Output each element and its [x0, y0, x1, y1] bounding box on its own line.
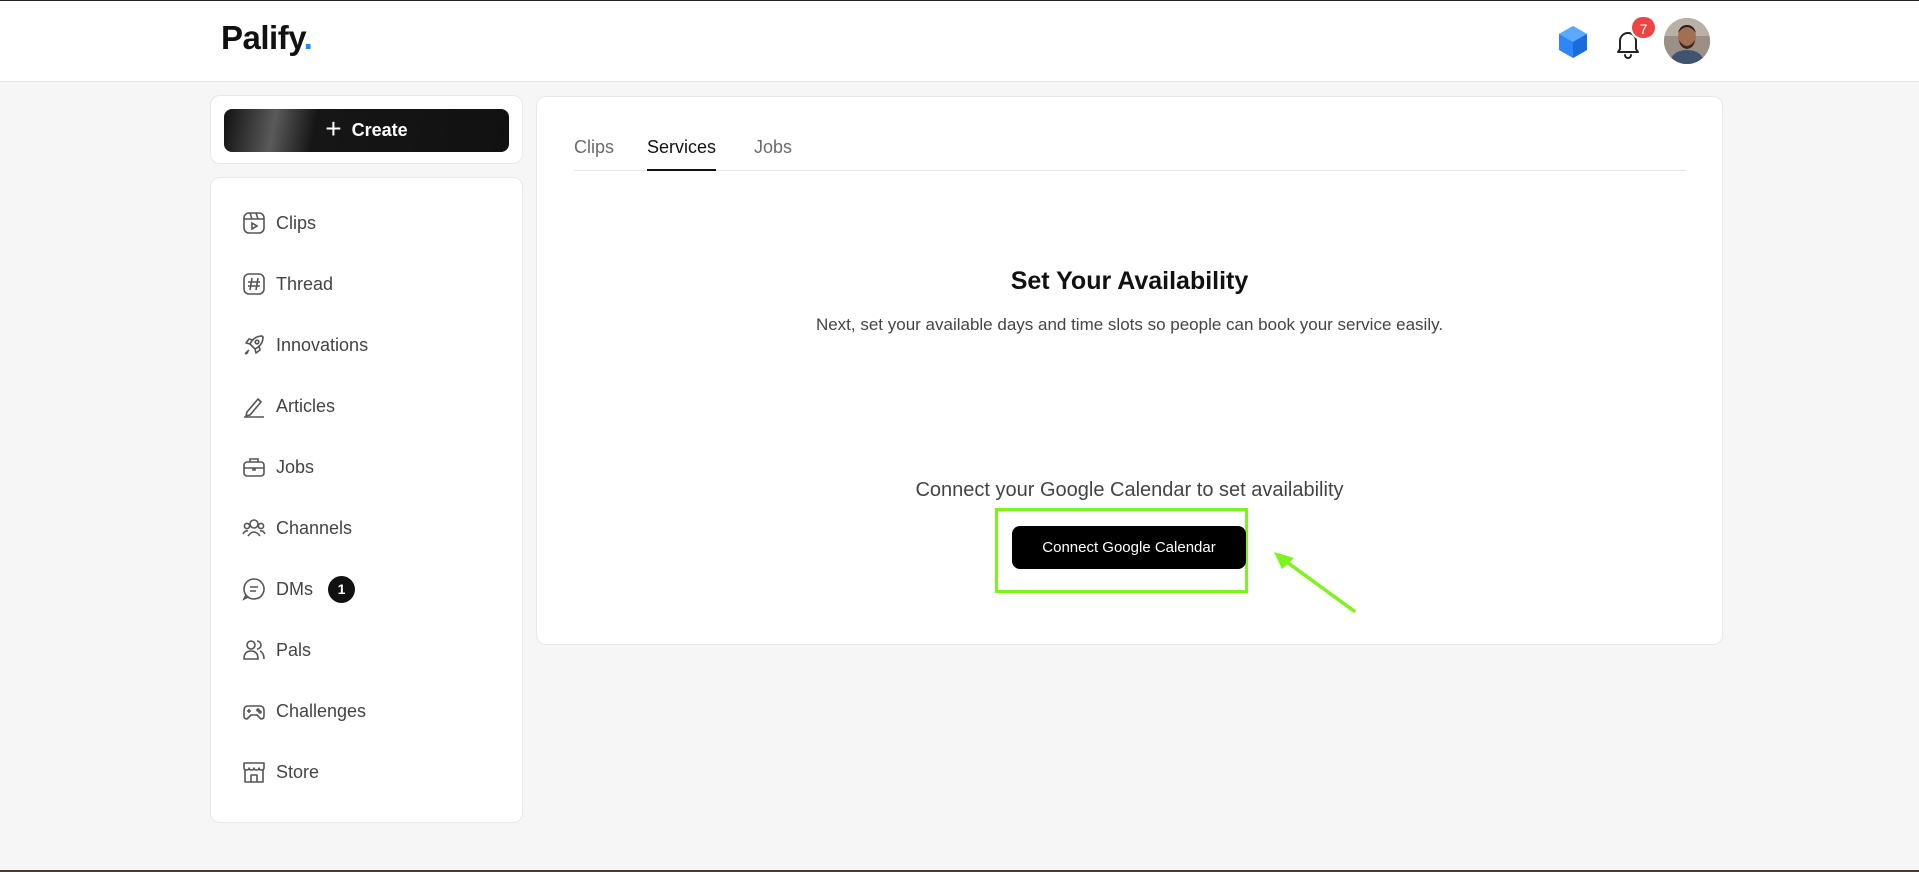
- tab-bar: Clips Services Jobs: [574, 127, 1686, 171]
- create-card: + Create: [210, 95, 523, 164]
- sidebar-item-label: DMs: [276, 578, 313, 599]
- sidebar-item-challenges[interactable]: Challenges: [241, 696, 366, 726]
- rocket-icon: [244, 335, 264, 355]
- sidebar-item-store[interactable]: Store: [241, 757, 319, 787]
- annotation-arrow-icon: [1274, 552, 1356, 613]
- sidebar-item-label: Channels: [276, 517, 353, 538]
- sidebar-item-label: Pals: [276, 639, 312, 660]
- top-bar: Palify. 7: [0, 1, 1919, 82]
- pen-icon: [244, 398, 264, 418]
- sidebar-item-clips[interactable]: Clips: [241, 208, 316, 238]
- create-button[interactable]: + Create: [224, 109, 509, 152]
- sidebar-item-jobs[interactable]: Jobs: [241, 452, 314, 482]
- notification-count-badge: 7: [1630, 15, 1657, 40]
- sidebar-item-label: Clips: [276, 212, 317, 233]
- sidebar-item-pals[interactable]: Pals: [241, 635, 311, 665]
- sidebar-item-label: Challenges: [276, 700, 367, 721]
- sidebar-item-articles[interactable]: Articles: [241, 391, 335, 421]
- sidebar-item-innovations[interactable]: Innovations: [241, 330, 368, 360]
- logo-dot: .: [303, 19, 313, 56]
- blue-cube-gem-icon[interactable]: [1557, 25, 1589, 59]
- connect-prompt: Connect your Google Calendar to set avai…: [915, 479, 1344, 501]
- briefcase-icon: [243, 458, 265, 477]
- sidebar-item-dms[interactable]: DMs 1: [241, 574, 355, 604]
- sidebar-item-label: Store: [276, 761, 320, 782]
- tab-services[interactable]: Services: [647, 137, 717, 171]
- hash-icon: [243, 273, 265, 295]
- page-subtitle: Next, set your available days and time s…: [815, 315, 1444, 334]
- connect-google-calendar-button[interactable]: Connect Google Calendar: [1012, 526, 1246, 569]
- plus-icon: +: [325, 113, 342, 144]
- sidebar-item-label: Jobs: [276, 456, 315, 477]
- sidebar-item-channels[interactable]: Channels: [241, 513, 352, 543]
- sidebar-nav: Clips Thread Innovations Articles Jobs C…: [210, 177, 523, 823]
- app-logo[interactable]: Palify.: [221, 19, 313, 57]
- tab-clips[interactable]: Clips: [574, 137, 614, 169]
- dm-unread-badge: 1: [328, 575, 355, 603]
- sidebar-item-label: Articles: [276, 395, 336, 416]
- users-icon: [243, 640, 265, 660]
- store-icon: [243, 762, 265, 783]
- sidebar-item-thread[interactable]: Thread: [241, 269, 333, 299]
- chat-icon: [242, 578, 265, 601]
- users-group-icon: [242, 519, 266, 537]
- logo-text: Palify: [221, 19, 304, 56]
- gamepad-icon: [243, 705, 265, 720]
- avatar-image: [1664, 18, 1710, 64]
- sidebar-item-label: Thread: [276, 273, 334, 294]
- user-avatar[interactable]: [1664, 18, 1710, 64]
- page-title: Set Your Availability: [1010, 267, 1249, 295]
- sidebar-item-label: Innovations: [276, 334, 369, 355]
- create-label: Create: [351, 120, 408, 140]
- clips-icon: [243, 212, 265, 234]
- main-panel: Clips Services Jobs Set Your Availabilit…: [536, 96, 1723, 645]
- tab-jobs[interactable]: Jobs: [754, 137, 792, 169]
